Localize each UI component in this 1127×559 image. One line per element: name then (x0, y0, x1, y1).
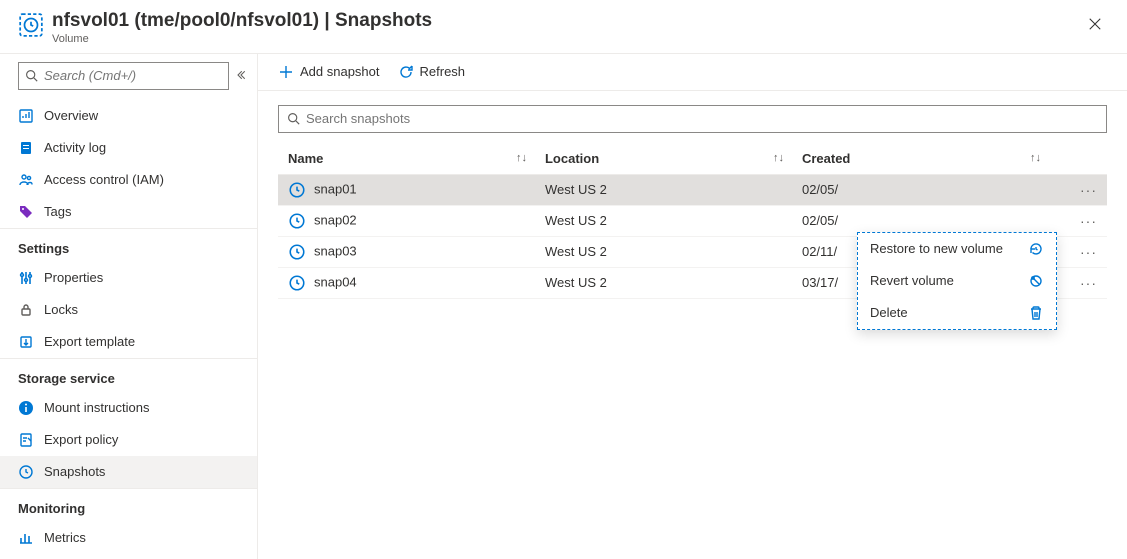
sidebar-item-metrics[interactable]: Metrics (0, 522, 257, 554)
sidebar-item-tags[interactable]: Tags (0, 196, 257, 228)
people-icon (18, 172, 34, 188)
page-header: nfsvol01 (tme/pool0/nfsvol01) | Snapshot… (0, 0, 1127, 54)
nav-group-header: Settings (0, 228, 257, 262)
nav-group-header: Storage service (0, 358, 257, 392)
sidebar-item-locks[interactable]: Locks (0, 294, 257, 326)
row-actions-button[interactable]: ··· (1049, 174, 1107, 205)
column-location[interactable]: Location↑↓ (535, 143, 792, 175)
restore-icon (1028, 241, 1044, 257)
cell-name: snap02 (314, 212, 357, 227)
sidebar: Overview Activity log Access control (IAM)… (0, 54, 258, 559)
snapshot-icon (288, 274, 306, 292)
close-button[interactable] (1081, 10, 1109, 38)
info-icon (18, 400, 34, 416)
snapshot-icon (288, 243, 306, 261)
cell-name: snap04 (314, 274, 357, 289)
sidebar-item-activity-log[interactable]: Activity log (0, 132, 257, 164)
snapshot-search-input[interactable] (306, 111, 1098, 126)
table-row[interactable]: snap01 West US 2 02/05/ ··· (278, 174, 1107, 205)
cell-location: West US 2 (535, 205, 792, 236)
policy-icon (18, 432, 34, 448)
add-snapshot-button[interactable]: Add snapshot (278, 64, 380, 80)
sidebar-item-label: Properties (44, 270, 239, 285)
sidebar-item-label: Export policy (44, 432, 239, 447)
sidebar-item-export-policy[interactable]: Export policy (0, 424, 257, 456)
row-actions-button[interactable]: ··· (1049, 205, 1107, 236)
row-actions-button[interactable]: ··· (1049, 267, 1107, 298)
menu-item-label: Restore to new volume (870, 241, 1003, 256)
menu-item-label: Delete (870, 305, 908, 320)
cell-location: West US 2 (535, 236, 792, 267)
sidebar-item-label: Overview (44, 108, 239, 123)
sliders-icon (18, 270, 34, 286)
snapshot-icon (288, 212, 306, 230)
search-icon (287, 112, 300, 125)
menu-item-label: Revert volume (870, 273, 954, 288)
toolbar: Add snapshot Refresh (258, 54, 1127, 91)
menu-item-delete[interactable]: Delete (858, 297, 1056, 329)
plus-icon (278, 64, 294, 80)
sidebar-item-snapshots[interactable]: Snapshots (0, 456, 257, 488)
export-icon (18, 334, 34, 350)
sort-icon: ↑↓ (1030, 152, 1041, 164)
row-actions-button[interactable]: ··· (1049, 236, 1107, 267)
menu-item-restore-to-new-volume[interactable]: Restore to new volume (858, 233, 1056, 265)
search-icon (25, 69, 38, 82)
menu-item-revert-volume[interactable]: Revert volume (858, 265, 1056, 297)
revert-icon (1028, 273, 1044, 289)
sidebar-search-input[interactable] (44, 68, 222, 83)
page-title: nfsvol01 (tme/pool0/nfsvol01) | Snapshot… (52, 10, 1081, 33)
cell-created: 02/05/ (792, 174, 1049, 205)
clock-icon (18, 464, 34, 480)
collapse-sidebar-button[interactable] (235, 69, 247, 83)
refresh-icon (398, 64, 414, 80)
sidebar-item-export-template[interactable]: Export template (0, 326, 257, 358)
delete-icon (1028, 305, 1044, 321)
lock-icon (18, 302, 34, 318)
cell-location: West US 2 (535, 174, 792, 205)
sort-icon: ↑↓ (773, 152, 784, 164)
sidebar-item-label: Access control (IAM) (44, 172, 239, 187)
sidebar-item-label: Export template (44, 334, 239, 349)
metrics-icon (18, 530, 34, 546)
sidebar-item-properties[interactable]: Properties (0, 262, 257, 294)
chart-icon (18, 108, 34, 124)
sidebar-item-overview[interactable]: Overview (0, 100, 257, 132)
snapshot-icon (288, 181, 306, 199)
sort-icon: ↑↓ (516, 152, 527, 164)
log-icon (18, 140, 34, 156)
sidebar-item-access-control-iam-[interactable]: Access control (IAM) (0, 164, 257, 196)
sidebar-item-label: Locks (44, 302, 239, 317)
nav-group-header: Monitoring (0, 488, 257, 522)
sidebar-item-label: Mount instructions (44, 400, 239, 415)
page-subtitle: Volume (52, 33, 1081, 45)
refresh-button[interactable]: Refresh (398, 64, 466, 80)
cell-location: West US 2 (535, 267, 792, 298)
column-created[interactable]: Created↑↓ (792, 143, 1049, 175)
sidebar-item-mount-instructions[interactable]: Mount instructions (0, 392, 257, 424)
column-name[interactable]: Name↑↓ (278, 143, 535, 175)
sidebar-item-label: Activity log (44, 140, 239, 155)
sidebar-search[interactable] (18, 62, 229, 90)
volume-clock-icon (18, 12, 44, 38)
context-menu: Restore to new volume Revert volume Delete (857, 232, 1057, 330)
snapshot-search[interactable] (278, 105, 1107, 133)
cell-name: snap03 (314, 243, 357, 258)
sidebar-item-label: Tags (44, 204, 239, 219)
cell-name: snap01 (314, 181, 357, 196)
sidebar-item-label: Snapshots (44, 464, 239, 479)
tag-icon (18, 204, 34, 220)
sidebar-item-label: Metrics (44, 530, 239, 545)
